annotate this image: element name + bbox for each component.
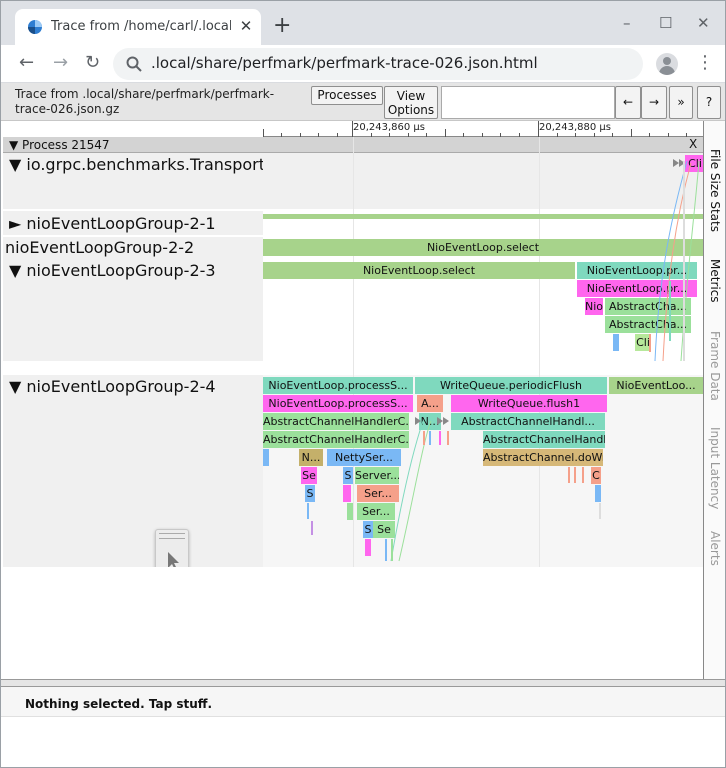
mouse-mode-selector[interactable] — [155, 529, 189, 567]
track-label-group-2-2: nioEventLoopGroup-2-2 — [5, 238, 195, 257]
avatar-body — [659, 66, 675, 75]
trace-title: Trace from .local/share/perfmark/perfmar… — [15, 87, 275, 116]
search-icon — [126, 56, 142, 72]
tab-close-icon[interactable]: ✕ — [237, 15, 255, 37]
avatar-head — [663, 57, 671, 65]
help-button[interactable]: ? — [697, 86, 721, 119]
minimize-button[interactable]: – — [623, 13, 631, 33]
tab-strip: Trace from /home/carl/.local/s ✕ + – ☐ ✕ — [1, 1, 725, 45]
track-header[interactable]: ► nioEventLoopGroup-2-1 — [3, 211, 263, 235]
track-header[interactable]: nioEventLoopGroup-2-2 — [3, 237, 263, 259]
process-label: ▼ Process 21547 — [9, 138, 110, 152]
selection-status: Nothing selected. Tap stuff. — [25, 697, 213, 711]
find-next-button[interactable]: → — [641, 86, 667, 119]
track-header[interactable]: ▼ io.grpc.benchmarks.TransportB — [3, 153, 276, 209]
perfetto-favicon-icon — [28, 20, 42, 34]
browser-tab[interactable]: Trace from /home/carl/.local/s ✕ — [15, 9, 261, 45]
drag-handle[interactable] — [159, 533, 185, 539]
side-tab-alerts[interactable]: Alerts — [708, 531, 722, 566]
processes-button[interactable]: Processes — [311, 86, 383, 105]
find-input[interactable] — [441, 86, 615, 119]
panel-resize-handle[interactable] — [1, 679, 725, 687]
track-header[interactable]: ▼ nioEventLoopGroup-2-4 — [3, 375, 263, 567]
side-tab-metrics[interactable]: Metrics — [708, 259, 722, 303]
analysis-bar: Nothing selected. Tap stuff. — [1, 687, 725, 717]
browser-menu-icon[interactable]: ⋮ — [696, 53, 714, 73]
flow-arrows — [307, 159, 700, 562]
side-tab-file-size-stats[interactable]: File Size Stats — [708, 149, 722, 232]
side-tab-input-latency[interactable]: Input Latency — [708, 427, 722, 509]
track-label-group-2-1: ► nioEventLoopGroup-2-1 — [9, 214, 216, 233]
timeline-view[interactable]: 20,243,860 µs 20,243,880 µs ▼ Process 21… — [3, 121, 703, 567]
forward-button[interactable]: → — [53, 53, 68, 73]
url-text: .local/share/perfmark/perfmark-trace-026… — [151, 54, 538, 72]
analysis-view: Nothing selected. Tap stuff. — [1, 687, 725, 767]
side-tab-frame-data[interactable]: Frame Data — [708, 331, 722, 401]
tracing-controls: Trace from .local/share/perfmark/perfmar… — [1, 83, 725, 121]
reload-button[interactable]: ↻ — [85, 53, 100, 73]
view-options-button[interactable]: View Options — [384, 86, 438, 119]
side-panel: File Size Stats Metrics Frame Data Input… — [703, 121, 725, 679]
find-previous-button[interactable]: ← — [615, 86, 641, 119]
selection-mode-icon[interactable] — [158, 546, 186, 567]
track-label-group-2-4: ▼ nioEventLoopGroup-2-4 — [9, 377, 216, 396]
maximize-button[interactable]: ☐ — [659, 13, 672, 33]
more-button[interactable]: » — [669, 86, 693, 119]
new-tab-button[interactable]: + — [273, 15, 291, 37]
tab-title: Trace from /home/carl/.local/s — [51, 19, 231, 34]
window-close-button[interactable]: ✕ — [697, 13, 710, 33]
address-bar[interactable]: .local/share/perfmark/perfmark-trace-026… — [113, 48, 643, 80]
back-button[interactable]: ← — [19, 53, 34, 73]
browser-toolbar: ← → ↻ .local/share/perfmark/perfmark-tra… — [1, 45, 725, 83]
profile-avatar-icon[interactable] — [656, 53, 678, 75]
track-label-transport: ▼ io.grpc.benchmarks.TransportB — [9, 155, 276, 174]
track-header[interactable]: ▼ nioEventLoopGroup-2-3 — [3, 259, 263, 361]
browser-window: Trace from /home/carl/.local/s ✕ + – ☐ ✕… — [0, 0, 726, 768]
track-label-group-2-3: ▼ nioEventLoopGroup-2-3 — [9, 261, 216, 280]
